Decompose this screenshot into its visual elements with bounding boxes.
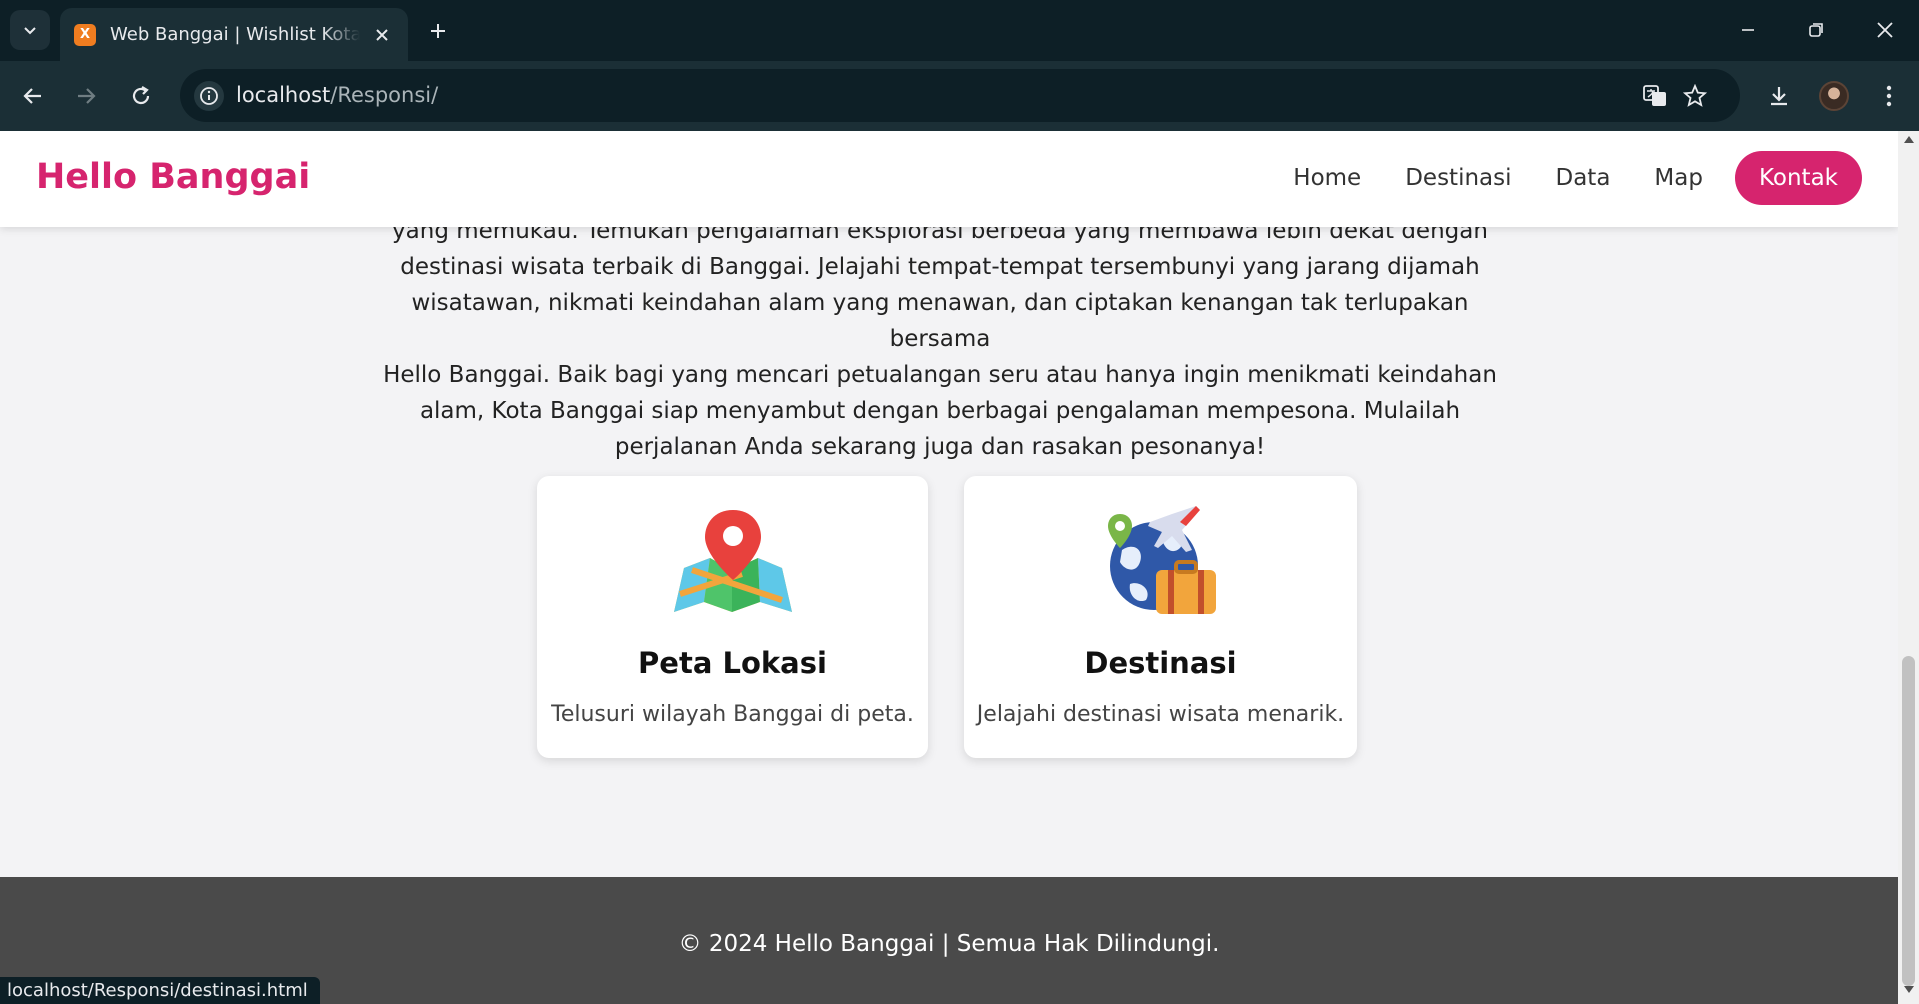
- footer-copyright: © 2024 Hello Banggai | Semua Hak Dilindu…: [678, 931, 1220, 957]
- browser-toolbar: localhost/Responsi/: [0, 61, 1919, 131]
- minimize-button[interactable]: [1714, 0, 1782, 60]
- site-navbar: Hello Banggai Home Destinasi Data Map Ko…: [0, 131, 1898, 227]
- page-scrollbar[interactable]: [1898, 131, 1919, 1004]
- nav-link-destinasi[interactable]: Destinasi: [1393, 157, 1523, 199]
- reload-icon: [132, 86, 150, 105]
- info-icon: [200, 87, 218, 105]
- tab-close-button[interactable]: [370, 23, 394, 47]
- triangle-up-icon: [1903, 136, 1914, 143]
- link-status-bar: localhost/Responsi/destinasi.html: [0, 977, 320, 1004]
- triangle-down-icon: [1903, 986, 1914, 993]
- scroll-up-arrow[interactable]: [1898, 135, 1919, 149]
- travel-globe-icon: [1107, 506, 1216, 614]
- card-title: Destinasi: [1084, 646, 1237, 680]
- scroll-down-arrow[interactable]: [1898, 986, 1919, 1000]
- nav-button-kontak[interactable]: Kontak: [1734, 151, 1862, 205]
- scroll-thumb[interactable]: [1902, 656, 1915, 986]
- forward-button[interactable]: [66, 76, 106, 116]
- arrow-right-icon: [78, 88, 96, 104]
- intro-line: wisatawan, nikmati keindahan alam yang m…: [411, 290, 1469, 352]
- download-icon: [1771, 87, 1787, 106]
- menu-button[interactable]: [1869, 76, 1909, 116]
- tab-title: Web Banggai | Wishlist Kota Am: [110, 24, 360, 45]
- feature-cards: Peta Lokasi Telusuri wilayah Banggai di …: [537, 476, 1357, 758]
- plus-icon: [431, 24, 445, 38]
- restore-button[interactable]: [1782, 0, 1850, 60]
- nav-link-map[interactable]: Map: [1642, 157, 1715, 199]
- reload-button[interactable]: [121, 76, 161, 116]
- intro-line: alam, Kota Banggai siap menyambut dengan…: [419, 398, 1461, 424]
- restore-icon: [1809, 23, 1823, 37]
- profile-button[interactable]: [1814, 76, 1854, 116]
- browser-tab-active[interactable]: X Web Banggai | Wishlist Kota Am: [60, 8, 408, 61]
- close-window-button[interactable]: [1851, 0, 1919, 60]
- card-description: Telusuri wilayah Banggai di peta.: [551, 702, 914, 727]
- browser-tabstrip: X Web Banggai | Wishlist Kota Am: [0, 0, 1919, 61]
- intro-paragraph: yang memukau. Temukan pengalaman eksplor…: [380, 213, 1500, 465]
- site-brand[interactable]: Hello Banggai: [36, 157, 310, 197]
- avatar: [1819, 81, 1849, 111]
- downloads-button[interactable]: [1759, 76, 1799, 116]
- site-info-button[interactable]: [194, 81, 224, 111]
- kebab-menu-icon: [1886, 85, 1892, 107]
- url-text: localhost/Responsi/: [236, 83, 439, 107]
- close-icon: [1877, 22, 1893, 38]
- chevron-down-icon: [24, 27, 36, 35]
- page-viewport: Hello Banggai Home Destinasi Data Map Ko…: [0, 131, 1898, 1004]
- nav-link-home[interactable]: Home: [1281, 157, 1373, 199]
- tab-search-button[interactable]: [10, 10, 50, 50]
- intro-line: Hello Banggai. Baik bagi yang mencari pe…: [383, 362, 1497, 388]
- minimize-icon: [1742, 29, 1754, 31]
- intro-line: destinasi wisata terbaik di Banggai. Jel…: [400, 254, 1480, 280]
- back-button[interactable]: [13, 76, 53, 116]
- card-title: Peta Lokasi: [638, 646, 827, 680]
- translate-button[interactable]: [1640, 81, 1670, 111]
- card-description: Jelajahi destinasi wisata menarik.: [976, 702, 1345, 727]
- translate-icon: [1643, 85, 1666, 106]
- card-destinasi[interactable]: Destinasi Jelajahi destinasi wisata mena…: [964, 476, 1357, 758]
- new-tab-button[interactable]: [422, 15, 454, 47]
- site-nav-links: Home Destinasi Data Map Kontak: [1281, 151, 1862, 205]
- address-bar[interactable]: localhost/Responsi/: [180, 69, 1740, 122]
- bookmark-button[interactable]: [1680, 81, 1710, 111]
- arrow-left-icon: [23, 88, 41, 104]
- map-pin-icon: [673, 510, 792, 612]
- nav-link-data[interactable]: Data: [1544, 157, 1623, 199]
- xampp-favicon-icon: X: [74, 23, 96, 46]
- star-icon: [1683, 84, 1707, 107]
- close-icon: [376, 28, 388, 41]
- intro-line: perjalanan Anda sekarang juga dan rasaka…: [614, 434, 1266, 460]
- card-peta-lokasi[interactable]: Peta Lokasi Telusuri wilayah Banggai di …: [537, 476, 928, 758]
